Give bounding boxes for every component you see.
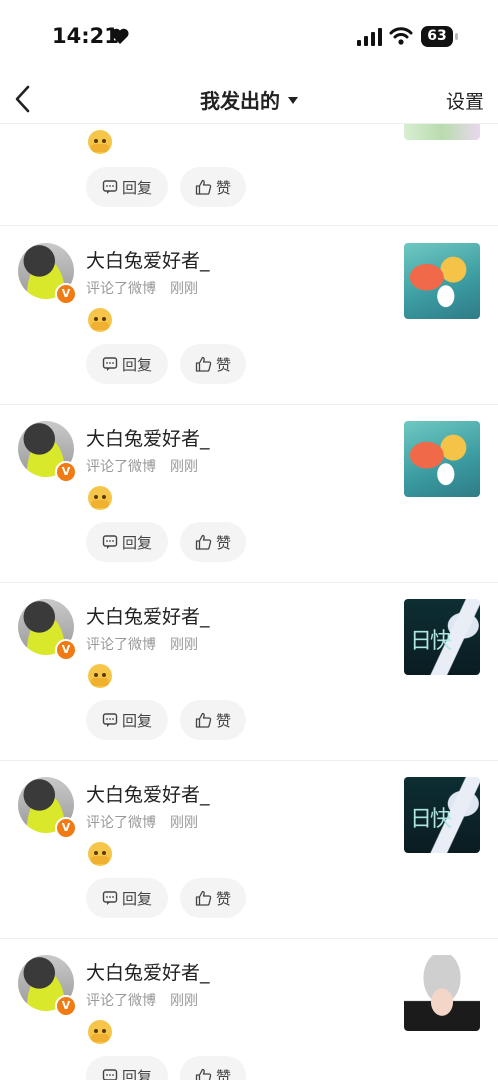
- like-button[interactable]: 赞: [180, 700, 246, 740]
- comment-icon: [102, 357, 118, 371]
- like-button[interactable]: 赞: [180, 1056, 246, 1080]
- emoji-icon: [88, 130, 112, 154]
- post-thumbnail[interactable]: 日快: [404, 777, 480, 853]
- emoji-icon: [88, 308, 112, 332]
- post-thumbnail[interactable]: [404, 124, 480, 140]
- verified-badge-icon: V: [55, 639, 77, 661]
- like-label: 赞: [215, 355, 231, 374]
- like-button[interactable]: 赞: [180, 878, 246, 918]
- comment-icon: [102, 713, 118, 727]
- comment-item[interactable]: V 大白兔爱好者_ 评论了微博 刚刚 回复 赞 日快: [0, 760, 498, 939]
- username[interactable]: 大白兔爱好者_: [86, 246, 210, 273]
- comment-icon: [102, 180, 118, 194]
- reply-button[interactable]: 回复: [86, 522, 168, 562]
- post-thumbnail[interactable]: [404, 243, 480, 319]
- nav-bar: 我发出的 设置: [0, 75, 498, 124]
- username[interactable]: 大白兔爱好者_: [86, 958, 210, 985]
- reply-button[interactable]: 回复: [86, 1056, 168, 1080]
- caret-down-icon: [288, 97, 298, 104]
- signal-icon: [357, 28, 382, 46]
- reply-label: 回复: [121, 533, 152, 552]
- verified-badge-icon: V: [55, 995, 77, 1017]
- reply-label: 回复: [121, 355, 152, 374]
- username[interactable]: 大白兔爱好者_: [86, 424, 210, 451]
- status-bar: 14:21 63: [0, 0, 498, 75]
- reply-label: 回复: [121, 711, 152, 730]
- comment-item[interactable]: V 大白兔爱好者_ 评论了微博 刚刚 回复 赞: [0, 404, 498, 583]
- post-thumbnail[interactable]: [404, 421, 480, 497]
- status-time: 14:21: [52, 24, 119, 48]
- post-thumbnail[interactable]: [404, 955, 480, 1031]
- comment-icon: [102, 535, 118, 549]
- reply-label: 回复: [121, 1067, 152, 1080]
- verified-badge-icon: V: [55, 283, 77, 305]
- emoji-icon: [88, 664, 112, 688]
- like-button[interactable]: 赞: [180, 344, 246, 384]
- comment-meta: 评论了微博 刚刚: [86, 281, 198, 297]
- like-label: 赞: [215, 178, 231, 197]
- thumbs-up-icon: [195, 179, 212, 195]
- thumbnail-text: 日快: [410, 807, 452, 832]
- comment-item[interactable]: V 大白兔爱好者_ 评论了微博 刚刚 回复 赞: [0, 938, 498, 1080]
- like-button[interactable]: 赞: [180, 522, 246, 562]
- comment-meta: 评论了微博 刚刚: [86, 637, 198, 653]
- comment-item-partial: 回复 赞: [0, 124, 498, 226]
- page-title: 我发出的: [200, 89, 280, 113]
- battery-indicator: 63: [421, 26, 453, 47]
- verified-badge-icon: V: [55, 817, 77, 839]
- emoji-icon: [88, 842, 112, 866]
- wifi-icon: [389, 27, 413, 45]
- thumbs-up-icon: [195, 1068, 212, 1080]
- thumbs-up-icon: [195, 890, 212, 906]
- page-title-dropdown[interactable]: 我发出的: [0, 85, 498, 114]
- username[interactable]: 大白兔爱好者_: [86, 780, 210, 807]
- post-thumbnail[interactable]: 日快: [404, 599, 480, 675]
- comment-meta: 评论了微博 刚刚: [86, 459, 198, 475]
- like-label: 赞: [215, 533, 231, 552]
- comment-item[interactable]: V 大白兔爱好者_ 评论了微博 刚刚 回复 赞: [0, 226, 498, 405]
- emoji-icon: [88, 486, 112, 510]
- like-label: 赞: [215, 889, 231, 908]
- reply-label: 回复: [121, 178, 152, 197]
- battery-tip: [455, 33, 458, 40]
- reply-button[interactable]: 回复: [86, 878, 168, 918]
- like-button[interactable]: 赞: [180, 167, 246, 207]
- comment-item[interactable]: V 大白兔爱好者_ 评论了微博 刚刚 回复 赞 日快: [0, 582, 498, 761]
- comment-meta: 评论了微博 刚刚: [86, 815, 198, 831]
- thumbs-up-icon: [195, 356, 212, 372]
- thumbs-up-icon: [195, 534, 212, 550]
- reply-button[interactable]: 回复: [86, 700, 168, 740]
- thumbnail-text: 日快: [410, 629, 452, 654]
- comment-icon: [102, 891, 118, 905]
- verified-badge-icon: V: [55, 461, 77, 483]
- reply-button[interactable]: 回复: [86, 167, 168, 207]
- settings-button[interactable]: 设置: [446, 87, 484, 114]
- username[interactable]: 大白兔爱好者_: [86, 602, 210, 629]
- comment-meta: 评论了微博 刚刚: [86, 993, 198, 1009]
- comment-icon: [102, 1069, 118, 1080]
- thumbs-up-icon: [195, 712, 212, 728]
- reply-label: 回复: [121, 889, 152, 908]
- reply-button[interactable]: 回复: [86, 344, 168, 384]
- like-label: 赞: [215, 1067, 231, 1080]
- emoji-icon: [88, 1020, 112, 1044]
- comment-list[interactable]: 回复 赞 V 大白兔爱好者_ 评论了微博 刚刚 回复 赞 V 大白兔爱好者_ 评论…: [0, 124, 498, 1080]
- like-label: 赞: [215, 711, 231, 730]
- heart-icon: [111, 28, 129, 44]
